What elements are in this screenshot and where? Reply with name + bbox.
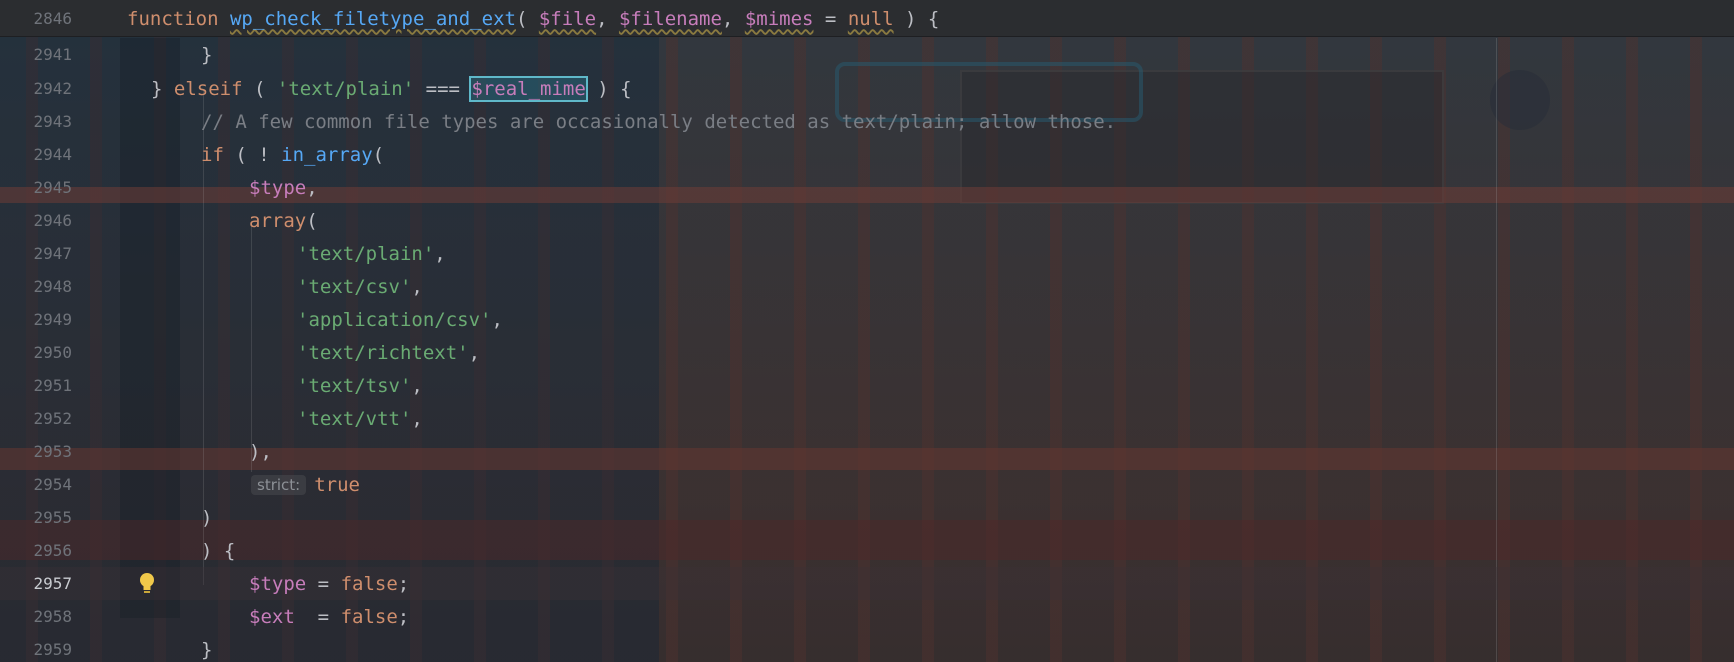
line-number: 2951 bbox=[33, 376, 72, 395]
code-text: ) { bbox=[201, 539, 236, 562]
line-number: 2944 bbox=[33, 145, 72, 164]
punctuation: ( ! bbox=[235, 143, 270, 166]
line-number: 2958 bbox=[33, 607, 72, 626]
punctuation: , bbox=[306, 176, 318, 199]
punctuation: ( bbox=[254, 77, 266, 100]
code-line[interactable]: 2952 'text/vtt', bbox=[0, 402, 1734, 435]
keyword: if bbox=[201, 143, 224, 166]
punctuation: , bbox=[411, 275, 423, 298]
line-number: 2955 bbox=[33, 508, 72, 527]
punctuation: ; bbox=[397, 605, 410, 628]
punctuation: ) { bbox=[597, 77, 632, 100]
variable[interactable]: $ext bbox=[249, 606, 295, 628]
string-literal: 'text/plain' bbox=[276, 77, 415, 100]
string-literal: 'text/richtext' bbox=[297, 341, 469, 364]
function-call[interactable]: in_array bbox=[281, 144, 373, 166]
line-number: 2956 bbox=[33, 541, 72, 560]
param-filename[interactable]: $filename bbox=[619, 8, 722, 30]
operator: = bbox=[824, 7, 837, 30]
code-line[interactable]: 2958 $ext = false; bbox=[0, 600, 1734, 633]
function-name[interactable]: wp_check_filetype_and_ext bbox=[230, 8, 516, 30]
code-editor[interactable]: 2846 function wp_check_filetype_and_ext(… bbox=[0, 0, 1734, 662]
code-line[interactable]: 2949 'application/csv', bbox=[0, 303, 1734, 336]
highlighted-variable[interactable]: $real_mime bbox=[469, 75, 588, 102]
sticky-function-header[interactable]: 2846 function wp_check_filetype_and_ext(… bbox=[0, 0, 1734, 37]
operator: = bbox=[317, 605, 330, 628]
line-number: 2948 bbox=[33, 277, 72, 296]
variable[interactable]: $type bbox=[249, 177, 306, 199]
param-file[interactable]: $file bbox=[539, 8, 596, 30]
keyword-false: false bbox=[340, 572, 398, 595]
line-number: 2957 bbox=[33, 574, 72, 593]
line-number: 2953 bbox=[33, 442, 72, 461]
line-number: 2945 bbox=[33, 178, 72, 197]
code-line-current[interactable]: 2957 $type = false; bbox=[0, 567, 1734, 600]
line-number: 2942 bbox=[33, 79, 72, 98]
lightbulb-icon[interactable] bbox=[137, 571, 157, 595]
code-line[interactable]: 2947 'text/plain', bbox=[0, 237, 1734, 270]
code-text: ) bbox=[201, 506, 213, 529]
punctuation: , bbox=[721, 7, 734, 30]
code-line[interactable]: 2945 $type, bbox=[0, 171, 1734, 204]
line-number: 2846 bbox=[33, 9, 72, 28]
code-line[interactable]: 2951 'text/tsv', bbox=[0, 369, 1734, 402]
string-literal: 'text/tsv' bbox=[297, 374, 412, 397]
variable[interactable]: $type bbox=[249, 573, 306, 595]
punctuation: , bbox=[411, 374, 423, 397]
keyword-false: false bbox=[340, 605, 398, 628]
punctuation: , bbox=[468, 341, 481, 364]
keyword: array bbox=[249, 209, 307, 232]
line-number: 2949 bbox=[33, 310, 72, 329]
parameter-hint: strict: bbox=[251, 475, 307, 495]
punctuation: ( bbox=[515, 7, 528, 30]
code-line[interactable]: 2941 } bbox=[0, 38, 1734, 71]
keyword: function bbox=[127, 7, 219, 30]
code-line[interactable]: 2942 } elseif ( 'text/plain' === $real_m… bbox=[0, 72, 1734, 105]
code-comment: // A few common file types are occasiona… bbox=[201, 110, 1117, 133]
code-line[interactable]: 2943 // A few common file types are occa… bbox=[0, 105, 1734, 138]
line-number: 2941 bbox=[33, 45, 72, 64]
keyword-true: true bbox=[314, 473, 360, 496]
code-line[interactable]: 2959 } bbox=[0, 633, 1734, 662]
punctuation: ; bbox=[397, 572, 410, 595]
line-number: 2946 bbox=[33, 211, 72, 230]
code-line[interactable]: 2956 ) { bbox=[0, 534, 1734, 567]
line-number: 2950 bbox=[33, 343, 72, 362]
code-line[interactable]: 2953 ), bbox=[0, 435, 1734, 468]
code-text: } bbox=[201, 638, 213, 661]
line-number: 2954 bbox=[33, 475, 72, 494]
keyword-null: null bbox=[847, 7, 894, 30]
punctuation: ) { bbox=[905, 7, 940, 30]
operator: = bbox=[317, 572, 330, 595]
keyword: elseif bbox=[173, 77, 243, 100]
line-number: 2952 bbox=[33, 409, 72, 428]
string-literal: 'application/csv' bbox=[297, 308, 492, 331]
param-mimes[interactable]: $mimes bbox=[745, 8, 814, 30]
line-number: 2943 bbox=[33, 112, 72, 131]
punctuation: , bbox=[434, 242, 446, 265]
line-number: 2947 bbox=[33, 244, 72, 263]
punctuation: } bbox=[151, 77, 163, 100]
code-line[interactable]: 2944 if ( ! in_array( bbox=[0, 138, 1734, 171]
code-line[interactable]: 2948 'text/csv', bbox=[0, 270, 1734, 303]
operator: === bbox=[425, 77, 460, 100]
code-text: } bbox=[201, 43, 213, 66]
string-literal: 'text/plain' bbox=[297, 242, 435, 265]
code-line[interactable]: 2955 ) bbox=[0, 501, 1734, 534]
punctuation: ( bbox=[306, 209, 318, 232]
punctuation: , bbox=[596, 7, 608, 30]
string-literal: 'text/csv' bbox=[297, 275, 412, 298]
punctuation: , bbox=[491, 308, 503, 331]
code-line[interactable]: 2950 'text/richtext', bbox=[0, 336, 1734, 369]
punctuation: , bbox=[411, 407, 423, 430]
string-literal: 'text/vtt' bbox=[297, 407, 412, 430]
line-number: 2959 bbox=[33, 640, 72, 659]
code-line[interactable]: 2954 strict: true bbox=[0, 468, 1734, 501]
code-line[interactable]: 2946 array( bbox=[0, 204, 1734, 237]
punctuation: ( bbox=[372, 143, 385, 166]
code-text: ), bbox=[249, 440, 272, 463]
